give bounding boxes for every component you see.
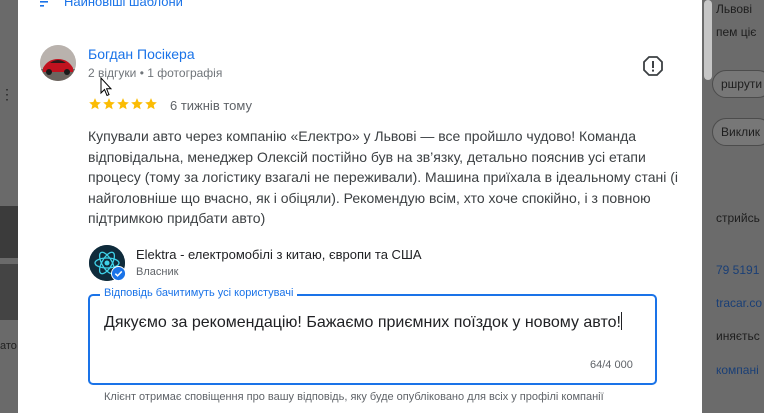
background-thumbnail	[0, 206, 18, 258]
star-icon	[145, 98, 157, 110]
reply-notice: Клієнт отримає сповіщення про вашу відпо…	[104, 391, 604, 403]
background-thumbnail	[0, 264, 18, 320]
rating-stars	[88, 97, 158, 111]
reply-field-label: Відповідь бачитимуть усі користувачі	[100, 287, 298, 299]
character-counter: 64/4 000	[590, 359, 633, 371]
background-text: Львові	[716, 2, 753, 16]
star-icon	[131, 98, 143, 110]
reply-input-value: Дякуємо за рекомендацію! Бажаємо приємни…	[104, 314, 621, 331]
star-icon	[89, 98, 101, 110]
report-icon[interactable]	[642, 55, 664, 77]
background-text: ато	[0, 340, 17, 352]
more-icon: ⋮	[0, 86, 14, 102]
star-icon	[117, 98, 129, 110]
reviewer-name[interactable]: Богдан Посікера	[88, 46, 195, 62]
review-time: 6 тижнів тому	[170, 98, 252, 113]
reply-field[interactable]	[88, 294, 657, 385]
background-text: компані	[716, 363, 759, 377]
star-icon	[103, 98, 115, 110]
sort-link[interactable]: Найновіші шаблони	[40, 0, 183, 9]
background-text: пем ціє	[716, 25, 757, 39]
background-routes-button: ршрути	[712, 70, 764, 98]
owner-role: Власник	[136, 266, 179, 278]
background-left: ⋮ ато	[0, 0, 18, 413]
car-photo-icon	[40, 45, 76, 81]
background-text: иняєтьс	[716, 329, 760, 343]
background-text: 79 5191	[716, 263, 760, 277]
sort-link-label: Найновіші шаблони	[64, 0, 183, 9]
background-text: tracar.co	[716, 296, 763, 310]
text-caret	[620, 312, 622, 330]
reply-to-review-dialog: Найновіші шаблони Богдан Посікера 2 відг…	[18, 0, 702, 413]
verified-icon	[111, 266, 126, 281]
owner-name: Elektra - електромобілі з китаю, європи …	[136, 247, 422, 262]
mouse-cursor-icon	[100, 77, 112, 97]
scrollbar-thumb[interactable]	[704, 0, 712, 80]
review-text: Купували авто через компанію «Електро» у…	[88, 128, 678, 226]
reply-input[interactable]: Дякуємо за рекомендацію! Бажаємо приємни…	[104, 311, 644, 335]
background-call-button: Виклик	[712, 118, 764, 146]
background-text: стрийсь	[716, 211, 760, 225]
reviewer-avatar[interactable]	[40, 45, 76, 81]
sort-icon	[40, 0, 48, 7]
